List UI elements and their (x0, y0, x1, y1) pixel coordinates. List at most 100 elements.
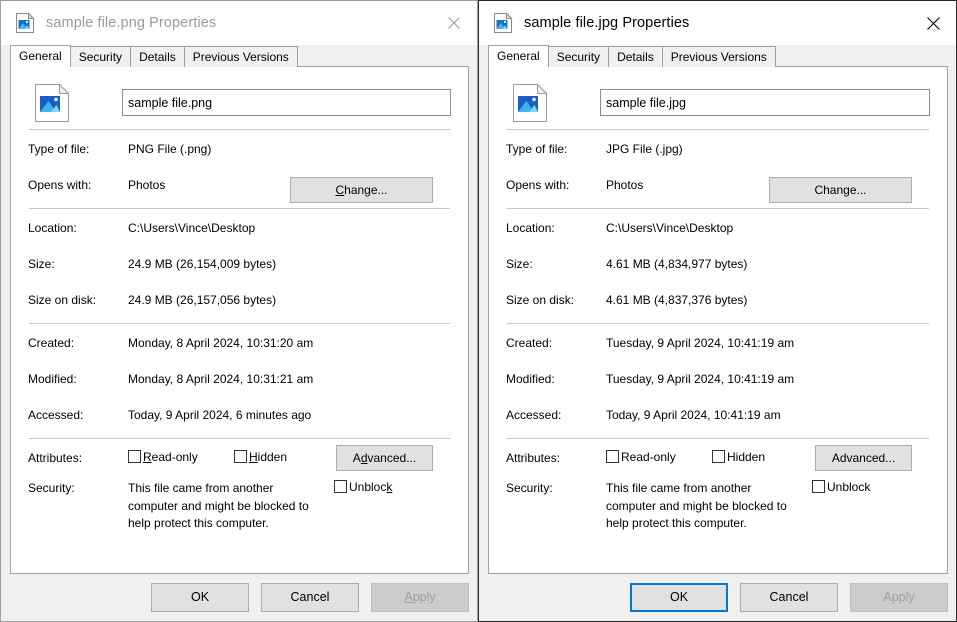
location-value: C:\Users\Vince\Desktop (128, 220, 451, 236)
unblock-label: Unblock (349, 480, 392, 495)
attributes-label: Attributes: (28, 450, 128, 466)
titlebar-png[interactable]: sample file.png Properties (1, 1, 477, 45)
size-on-disk-value: 4.61 MB (4,837,376 bytes) (606, 292, 930, 308)
created-value: Monday, 8 April 2024, 10:31:20 am (128, 335, 451, 351)
tabstrip-jpg: General Security Details Previous Versio… (488, 45, 948, 67)
desktop-background: sample file.png Properties General Secur… (0, 0, 957, 622)
window-title-png: sample file.png Properties (46, 14, 216, 32)
hidden-checkbox[interactable]: Hidden (712, 450, 765, 465)
close-icon[interactable] (431, 1, 477, 45)
size-value: 4.61 MB (4,834,977 bytes) (606, 256, 930, 272)
file-location-block: Location: C:\Users\Vince\Desktop Size: 4… (506, 209, 930, 323)
picture-file-icon (512, 83, 548, 123)
cancel-button[interactable]: Cancel (261, 583, 359, 612)
file-name-input[interactable] (122, 89, 451, 116)
created-row: Created: Monday, 8 April 2024, 10:31:20 … (28, 335, 451, 355)
ok-button[interactable]: OK (151, 583, 249, 612)
title-picture-file-icon (492, 12, 514, 34)
advanced-button[interactable]: Advanced... (336, 445, 433, 471)
security-label: Security: (506, 480, 606, 496)
checkbox-box (606, 450, 619, 463)
attributes-label: Attributes: (506, 450, 606, 466)
modified-label: Modified: (28, 371, 128, 387)
properties-window-jpg[interactable]: sample file.jpg Properties General Secur… (478, 0, 957, 622)
type-of-file-row: Type of file: JPG File (.jpg) (506, 141, 930, 161)
security-row: Security: This file came from another co… (28, 480, 451, 533)
file-name-row (28, 67, 451, 129)
tab-general[interactable]: General (10, 45, 71, 67)
checkbox-box (334, 480, 347, 493)
security-message: This file came from another computer and… (606, 480, 802, 533)
modified-value: Monday, 8 April 2024, 10:31:21 am (128, 371, 451, 387)
close-icon[interactable] (910, 1, 956, 45)
file-name-input[interactable] (600, 89, 930, 116)
created-label: Created: (28, 335, 128, 351)
checkbox-box (812, 480, 825, 493)
tabstrip-png: General Security Details Previous Versio… (10, 45, 469, 67)
attributes-block: Attributes: Read-only Hidden Advance (506, 439, 930, 544)
modified-row: Modified: Tuesday, 9 April 2024, 10:41:1… (506, 371, 930, 391)
accessed-label: Accessed: (506, 407, 606, 423)
read-only-label: Read-only (143, 450, 198, 465)
type-of-file-label: Type of file: (506, 141, 606, 157)
size-on-disk-label: Size on disk: (506, 292, 606, 308)
hidden-checkbox[interactable]: Hidden (234, 450, 287, 465)
checkbox-box (712, 450, 725, 463)
checkbox-box (128, 450, 141, 463)
advanced-button[interactable]: Advanced... (815, 445, 912, 471)
size-row: Size: 24.9 MB (26,154,009 bytes) (28, 256, 451, 276)
tab-security[interactable]: Security (548, 46, 609, 67)
read-only-checkbox[interactable]: Read-only (128, 450, 234, 465)
file-name-row (506, 67, 930, 129)
opens-with-row: Opens with: Photos Change... (28, 177, 451, 197)
modified-row: Modified: Monday, 8 April 2024, 10:31:21… (28, 371, 451, 391)
apply-button: Apply (850, 583, 948, 612)
general-tab-panel-jpg: Type of file: JPG File (.jpg) Opens with… (488, 67, 948, 574)
read-only-label: Read-only (621, 450, 676, 465)
general-tab-panel-png: Type of file: PNG File (.png) Opens with… (10, 67, 469, 574)
location-row: Location: C:\Users\Vince\Desktop (506, 220, 930, 240)
modified-value: Tuesday, 9 April 2024, 10:41:19 am (606, 371, 930, 387)
opens-with-label: Opens with: (28, 177, 128, 193)
location-label: Location: (28, 220, 128, 236)
size-on-disk-row: Size on disk: 24.9 MB (26,157,056 bytes) (28, 292, 451, 312)
security-label: Security: (28, 480, 128, 496)
file-dates-block: Created: Tuesday, 9 April 2024, 10:41:19… (506, 324, 930, 438)
created-row: Created: Tuesday, 9 April 2024, 10:41:19… (506, 335, 930, 355)
opens-with-label: Opens with: (506, 177, 606, 193)
unblock-checkbox[interactable]: Unblock (812, 480, 870, 495)
opens-with-row: Opens with: Photos Change... (506, 177, 930, 197)
picture-file-icon (34, 83, 70, 123)
titlebar-jpg[interactable]: sample file.jpg Properties (479, 1, 956, 45)
tab-security[interactable]: Security (70, 46, 131, 67)
location-value: C:\Users\Vince\Desktop (606, 220, 930, 236)
accessed-label: Accessed: (28, 407, 128, 423)
size-row: Size: 4.61 MB (4,834,977 bytes) (506, 256, 930, 276)
attributes-row: Attributes: Read-only Hidden Advance (506, 450, 930, 466)
created-value: Tuesday, 9 April 2024, 10:41:19 am (606, 335, 930, 351)
created-label: Created: (506, 335, 606, 351)
unblock-checkbox[interactable]: Unblock (334, 480, 392, 495)
change-button[interactable]: Change... (290, 177, 433, 203)
footer-buttons-jpg: OK Cancel Apply (479, 574, 956, 621)
properties-window-png[interactable]: sample file.png Properties General Secur… (0, 0, 478, 622)
modified-label: Modified: (506, 371, 606, 387)
accessed-row: Accessed: Today, 9 April 2024, 6 minutes… (28, 407, 451, 427)
change-button[interactable]: Change... (769, 177, 912, 203)
apply-button: Apply (371, 583, 469, 612)
tab-details[interactable]: Details (608, 46, 663, 67)
cancel-button[interactable]: Cancel (740, 583, 838, 612)
tab-previous-versions[interactable]: Previous Versions (662, 46, 776, 67)
type-of-file-value: PNG File (.png) (128, 141, 451, 157)
tab-details[interactable]: Details (130, 46, 185, 67)
read-only-checkbox[interactable]: Read-only (606, 450, 712, 465)
size-on-disk-row: Size on disk: 4.61 MB (4,837,376 bytes) (506, 292, 930, 312)
hidden-label: Hidden (727, 450, 765, 465)
type-of-file-label: Type of file: (28, 141, 128, 157)
size-label: Size: (28, 256, 128, 272)
title-picture-file-icon (14, 12, 36, 34)
accessed-value: Today, 9 April 2024, 10:41:19 am (606, 407, 930, 423)
ok-button[interactable]: OK (630, 583, 728, 612)
tab-previous-versions[interactable]: Previous Versions (184, 46, 298, 67)
tab-general[interactable]: General (488, 45, 549, 67)
